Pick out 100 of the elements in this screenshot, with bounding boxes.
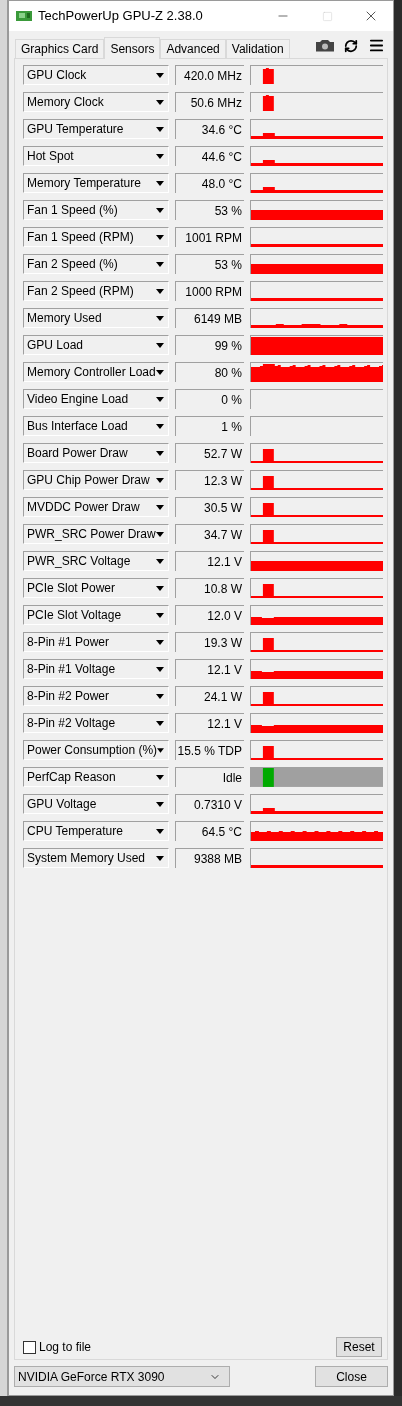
sensor-dropdown[interactable]: GPU Temperature xyxy=(23,119,169,139)
checkbox-label: Log to file xyxy=(39,1339,92,1356)
sensor-dropdown[interactable]: 8-Pin #1 Voltage xyxy=(23,659,169,679)
sensor-dropdown[interactable]: 8-Pin #1 Power xyxy=(23,632,169,652)
sensor-dropdown[interactable]: GPU Chip Power Draw xyxy=(23,470,169,490)
caret-icon xyxy=(156,180,164,186)
sensor-value: 19.3 W xyxy=(175,632,244,652)
sensor-value: 10.8 W xyxy=(175,578,244,598)
caret-icon xyxy=(156,315,164,321)
caret-icon xyxy=(156,720,164,726)
caret-icon xyxy=(156,639,164,645)
sensor-dropdown[interactable]: PCIe Slot Voltage xyxy=(23,605,169,625)
sensor-dropdown[interactable]: Fan 2 Speed (%) xyxy=(23,254,169,274)
sensor-value: 1000 RPM xyxy=(175,281,244,301)
sensor-value: 12.1 V xyxy=(175,551,244,571)
sensor-dropdown[interactable]: System Memory Used xyxy=(23,848,169,868)
sensor-value: 0.7310 V xyxy=(175,794,244,814)
sensor-dropdown[interactable]: GPU Load xyxy=(23,335,169,355)
menu-icon[interactable] xyxy=(368,37,385,54)
sensor-dropdown[interactable]: PWR_SRC Power Draw xyxy=(23,524,169,544)
sensor-dropdown[interactable]: Fan 1 Speed (%) xyxy=(23,200,169,220)
caret-icon xyxy=(156,774,164,780)
sensor-dropdown[interactable]: Fan 1 Speed (RPM) xyxy=(23,227,169,247)
sensor-value: 80 % xyxy=(175,362,244,382)
sensor-dropdown[interactable]: Memory Used xyxy=(23,308,169,328)
close-button[interactable]: Close xyxy=(315,1366,388,1387)
refresh-icon[interactable] xyxy=(344,38,358,53)
app-icon xyxy=(16,10,32,22)
tab[interactable]: Graphics Card xyxy=(15,39,105,58)
sensor-value: 44.6 °C xyxy=(175,146,244,166)
caret-icon xyxy=(156,288,164,294)
caret-icon xyxy=(156,693,164,699)
camera-icon[interactable] xyxy=(316,39,334,52)
sensor-dropdown[interactable]: MVDDC Power Draw xyxy=(23,497,169,517)
caret-icon xyxy=(156,207,164,213)
sensor-dropdown[interactable]: 8-Pin #2 Power xyxy=(23,686,169,706)
caret-icon xyxy=(157,747,164,753)
caret-icon xyxy=(156,531,164,537)
caret-icon xyxy=(156,342,164,348)
caret-icon xyxy=(156,126,164,132)
caret-icon xyxy=(156,504,164,510)
sensor-value: 53 % xyxy=(175,254,244,274)
sensor-value: 50.6 MHz xyxy=(175,92,244,112)
sensor-value: Idle xyxy=(175,767,244,787)
caret-icon xyxy=(156,612,164,618)
caret-icon xyxy=(156,450,164,456)
sensor-dropdown[interactable]: Memory Clock xyxy=(23,92,169,112)
tab[interactable]: Advanced xyxy=(160,39,226,58)
sensor-value: 12.1 V xyxy=(175,659,244,679)
sensor-dropdown[interactable]: PerfCap Reason xyxy=(23,767,169,787)
gpu-select[interactable]: NVIDIA GeForce RTX 3090 xyxy=(14,1366,230,1387)
caret-icon xyxy=(156,558,164,564)
sensor-dropdown[interactable]: Memory Temperature xyxy=(23,173,169,193)
sensor-dropdown[interactable]: CPU Temperature xyxy=(23,821,169,841)
log-to-file-checkbox[interactable] xyxy=(23,1340,36,1354)
caret-icon xyxy=(156,72,164,78)
caret-icon xyxy=(156,234,164,240)
sensor-dropdown[interactable]: Power Consumption (%) xyxy=(23,740,169,760)
tab[interactable]: Sensors xyxy=(104,37,161,59)
caret-icon xyxy=(156,261,164,267)
sensor-value: 53 % xyxy=(175,200,244,220)
caret-icon xyxy=(156,99,164,105)
sensor-dropdown[interactable]: Board Power Draw xyxy=(23,443,169,463)
sensor-value: 1 % xyxy=(175,416,244,436)
sensor-dropdown[interactable]: GPU Clock xyxy=(23,65,169,85)
tab[interactable]: Validation xyxy=(225,39,290,58)
sensor-value: 99 % xyxy=(175,335,244,355)
sensor-dropdown[interactable]: GPU Voltage xyxy=(23,794,169,814)
sensor-dropdown[interactable]: 8-Pin #2 Voltage xyxy=(23,713,169,733)
sensor-dropdown[interactable]: Memory Controller Load xyxy=(23,362,169,382)
sensor-value: 34.7 W xyxy=(175,524,244,544)
maximize-icon xyxy=(321,10,333,22)
sensor-value: 12.1 V xyxy=(175,713,244,733)
window-title: TechPowerUp GPU-Z 2.38.0 xyxy=(38,7,203,26)
sensor-value: 15.5 % TDP xyxy=(175,740,244,760)
sensor-dropdown[interactable]: Fan 2 Speed (RPM) xyxy=(23,281,169,301)
caret-icon xyxy=(156,477,164,483)
sensor-dropdown[interactable]: PCIe Slot Power xyxy=(23,578,169,598)
sensor-value: 48.0 °C xyxy=(175,173,244,193)
sensor-dropdown[interactable]: Video Engine Load xyxy=(23,389,169,409)
sensor-value: 52.7 W xyxy=(175,443,244,463)
sensor-value: 30.5 W xyxy=(175,497,244,517)
caret-icon xyxy=(156,801,164,807)
sensor-dropdown[interactable]: Hot Spot xyxy=(23,146,169,166)
sensor-value: 0 % xyxy=(175,389,244,409)
caret-icon xyxy=(156,423,164,429)
caret-icon xyxy=(156,666,164,672)
caret-icon xyxy=(156,828,164,834)
sensor-value: 9388 MB xyxy=(175,848,244,868)
sensor-value: 420.0 MHz xyxy=(175,65,244,85)
sensor-value: 24.1 W xyxy=(175,686,244,706)
reset-button[interactable]: Reset xyxy=(336,1337,382,1357)
caret-icon xyxy=(156,396,164,402)
sensor-value: 1001 RPM xyxy=(175,227,244,247)
caret-icon xyxy=(156,855,164,861)
sensor-dropdown[interactable]: Bus Interface Load xyxy=(23,416,169,436)
caret-icon xyxy=(156,153,164,159)
sensor-dropdown[interactable]: PWR_SRC Voltage xyxy=(23,551,169,571)
caret-icon xyxy=(156,585,164,591)
sensor-value: 6149 MB xyxy=(175,308,244,328)
